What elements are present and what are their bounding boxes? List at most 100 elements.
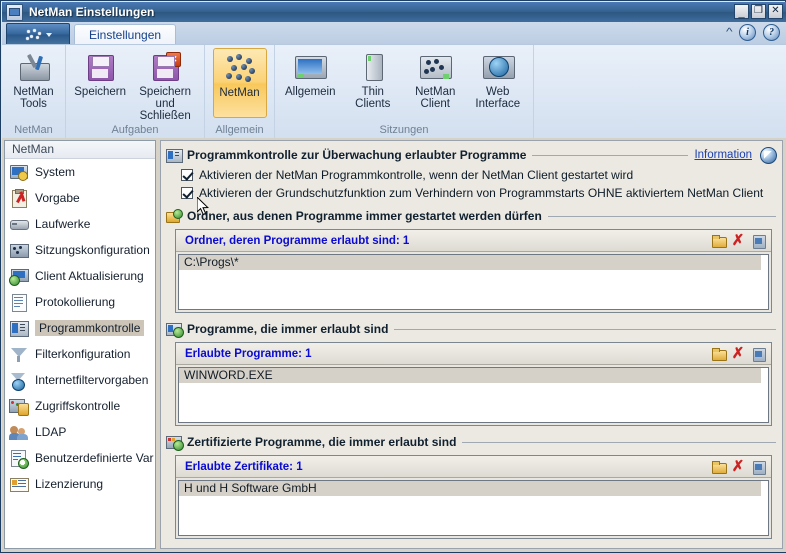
sidebar-item-label: Benutzerdefinierte Var… — [35, 451, 155, 465]
checkbox-row-programmkontrolle-start[interactable]: Aktivieren der NetMan Programmkontrolle,… — [161, 167, 782, 183]
list-item[interactable]: WINWORD.EXE — [179, 368, 761, 383]
ribbon-button-label2: Client — [420, 98, 450, 110]
section-title: Zertifizierte Programme, die immer erlau… — [187, 435, 457, 449]
sidebar-item-system[interactable]: System — [5, 159, 155, 185]
ribbon-tab-row: Einstellungen ^ i ? — [2, 22, 786, 45]
ldap-users-icon — [9, 423, 29, 441]
info-ball-icon[interactable] — [760, 146, 777, 164]
section-rule — [462, 441, 776, 443]
app-menu-button[interactable] — [6, 23, 70, 45]
application-window: NetMan Einstellungen _ ❐ ✕ Einstellungen… — [0, 0, 786, 553]
panel-ordner: Ordner, deren Programme erlaubt sind: 1 … — [175, 229, 772, 313]
new-icon[interactable] — [709, 233, 727, 249]
ribbon-button-netman-tools[interactable]: NetMan Tools — [7, 48, 60, 118]
sidebar-item-sitzungskonfiguration[interactable]: Sitzungskonfiguration — [5, 237, 155, 263]
list-item[interactable]: C:\Progs\* — [179, 255, 761, 270]
sidebar-item-label: Zugriffskontrolle — [35, 399, 121, 413]
ribbon-groups: NetMan Tools NetMan Speichern ✕ Speicher… — [2, 45, 534, 139]
save-icon — [83, 51, 117, 83]
ribbon-button-label2: Interface — [475, 98, 521, 110]
checkbox-grundschutz[interactable] — [181, 187, 193, 199]
sidebar-item-label: Protokollierung — [35, 295, 116, 309]
netman-client-icon — [418, 51, 453, 83]
certificate-allow-icon — [166, 435, 184, 451]
ribbon-button-label: Speichern — [139, 86, 192, 98]
new-icon[interactable] — [709, 459, 727, 475]
sidebar-item-label: Filterkonfiguration — [35, 347, 131, 361]
delete-icon[interactable]: ✗ — [729, 458, 747, 475]
listbox-programme[interactable]: WINWORD.EXE — [178, 367, 769, 423]
ribbon-button-netman[interactable]: NetMan — [212, 48, 267, 118]
access-control-icon — [9, 397, 29, 416]
sidebar: NetMan System Vorgabe Laufwerke Sitzungs… — [4, 140, 156, 549]
sidebar-item-benutzerdefinierte-variablen[interactable]: Benutzerdefinierte Var… — [5, 445, 155, 471]
ribbon-group-sitzungen: Allgemein Thin Clients NetMan Client Web… — [275, 45, 534, 139]
ribbon-button-speichern-und-schliessen[interactable]: ✕ Speichern und Schließen — [131, 48, 199, 122]
ribbon-button-label2: und Schließen — [139, 98, 191, 122]
sidebar-item-label: Internetfiltervorgaben — [35, 373, 149, 387]
ribbon-group-allgemein: NetMan Allgemein — [205, 45, 275, 139]
title-bar: NetMan Einstellungen _ ❐ ✕ — [2, 2, 786, 22]
sidebar-item-filterkonfiguration[interactable]: Filterkonfiguration — [5, 341, 155, 367]
delete-icon[interactable]: ✗ — [729, 345, 747, 362]
sidebar-header: NetMan — [5, 141, 155, 159]
properties-icon[interactable] — [749, 346, 767, 362]
sidebar-item-zugriffskontrolle[interactable]: Zugriffskontrolle — [5, 393, 155, 419]
ribbon-button-thin-clients[interactable]: Thin Clients — [343, 48, 404, 118]
maximize-button[interactable]: ❐ — [751, 4, 766, 19]
close-icon: ✕ — [771, 4, 780, 16]
sidebar-item-laufwerke[interactable]: Laufwerke — [5, 211, 155, 237]
listbox-ordner[interactable]: C:\Progs\* — [178, 254, 769, 310]
sidebar-item-lizenzierung[interactable]: Lizenzierung — [5, 471, 155, 497]
properties-icon[interactable] — [749, 233, 767, 249]
drive-icon — [9, 215, 29, 233]
listbox-zertifikate[interactable]: H und H Software GmbH — [178, 480, 769, 536]
panel-header: Erlaubte Zertifikate: 1 ✗ — [176, 456, 771, 478]
delete-icon[interactable]: ✗ — [729, 232, 747, 249]
globe-icon — [9, 371, 29, 391]
program-control-icon — [9, 319, 29, 337]
ribbon-group-label: Allgemein — [215, 124, 264, 136]
ribbon-button-label: Web — [486, 86, 510, 98]
ribbon-group-netman: NetMan Tools NetMan — [2, 45, 66, 139]
tab-label: Einstellungen — [89, 28, 162, 42]
information-icon[interactable]: i — [739, 24, 756, 41]
information-link[interactable]: Information — [694, 149, 752, 161]
collapse-chevron-icon[interactable]: ^ — [726, 27, 733, 38]
minimize-button[interactable]: _ — [734, 4, 749, 19]
sidebar-item-label: Programmkontrolle — [35, 320, 145, 336]
sidebar-item-internetfiltervorgaben[interactable]: Internetfiltervorgaben — [5, 367, 155, 393]
sidebar-item-programmkontrolle[interactable]: Programmkontrolle — [5, 315, 155, 341]
section-header-ordner: Ordner, aus denen Programme immer gestar… — [161, 207, 782, 225]
ribbon-button-speichern[interactable]: Speichern — [71, 48, 129, 118]
ribbon-button-label2: Clients — [355, 98, 391, 110]
ribbon-button-label: NetMan — [219, 87, 260, 99]
tab-einstellungen[interactable]: Einstellungen — [74, 24, 177, 45]
sidebar-item-label: Client Aktualisierung — [35, 269, 144, 283]
checkbox-programmkontrolle-start[interactable] — [181, 169, 193, 181]
checkbox-label: Aktivieren der Grundschutzfunktion zum V… — [199, 186, 764, 200]
section-rule — [547, 215, 776, 217]
sidebar-item-protokollierung[interactable]: Protokollierung — [5, 289, 155, 315]
help-icon[interactable]: ? — [763, 24, 780, 41]
properties-icon[interactable] — [749, 459, 767, 475]
close-button[interactable]: ✕ — [768, 4, 783, 19]
app-window-icon — [6, 3, 23, 21]
ribbon-button-web-interface[interactable]: Web Interface — [468, 48, 529, 118]
list-item[interactable]: H und H Software GmbH — [179, 481, 761, 496]
sidebar-item-ldap[interactable]: LDAP — [5, 419, 155, 445]
ribbon: Einstellungen ^ i ? NetMan Tools NetMan … — [2, 22, 786, 139]
monitor-icon — [293, 51, 328, 83]
ribbon-button-netman-client[interactable]: NetMan Client — [405, 48, 466, 118]
license-icon — [9, 475, 29, 493]
save-and-close-icon: ✕ — [148, 51, 182, 83]
minimize-icon: _ — [738, 7, 745, 19]
thin-client-icon — [356, 51, 390, 83]
new-icon[interactable] — [709, 346, 727, 362]
section-title: Programmkontrolle zur Überwachung erlaub… — [187, 148, 527, 162]
checkbox-row-grundschutz[interactable]: Aktivieren der Grundschutzfunktion zum V… — [161, 185, 782, 201]
ribbon-button-allgemein[interactable]: Allgemein — [280, 48, 341, 118]
sidebar-item-client-aktualisierung[interactable]: Client Aktualisierung — [5, 263, 155, 289]
sidebar-item-vorgabe[interactable]: Vorgabe — [5, 185, 155, 211]
web-interface-icon — [481, 51, 515, 83]
